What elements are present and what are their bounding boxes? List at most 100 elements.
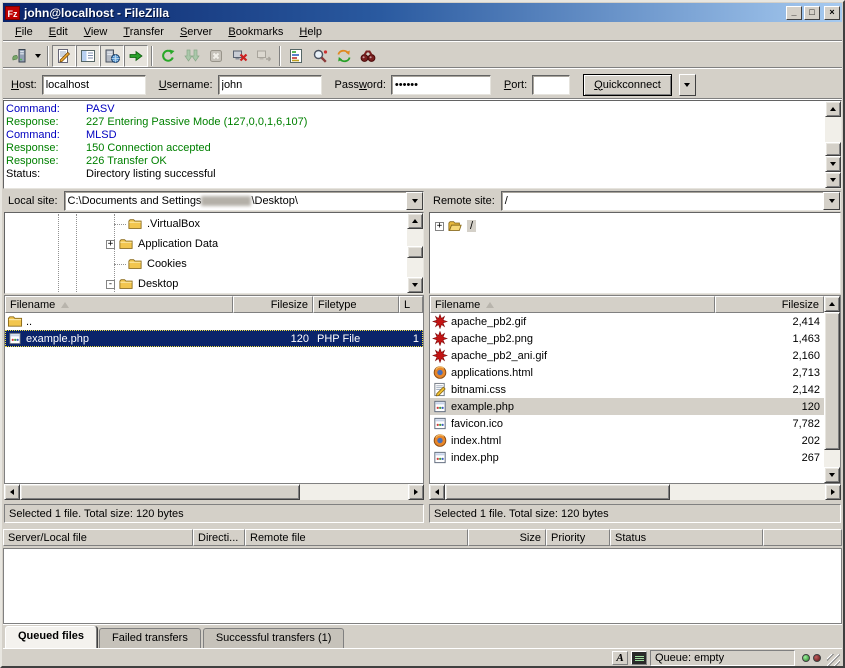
expand-icon[interactable]: +: [106, 240, 115, 249]
menu-file[interactable]: File: [7, 24, 41, 40]
username-input[interactable]: [218, 75, 322, 95]
scroll-down-icon[interactable]: [407, 277, 423, 293]
close-button[interactable]: ×: [824, 6, 840, 20]
file-row[interactable]: apache_pb2.png 1,463: [430, 330, 824, 347]
scroll-thumb[interactable]: [407, 246, 423, 258]
scroll-right-icon[interactable]: [825, 484, 841, 500]
title-bar[interactable]: Fz john@localhost - FileZilla _ □ ×: [3, 3, 842, 22]
tree-item-root[interactable]: + /: [435, 216, 476, 236]
scroll-down-icon[interactable]: [825, 172, 841, 188]
file-row[interactable]: favicon.ico 7,782: [430, 415, 824, 432]
combo-dropdown-icon[interactable]: [406, 192, 423, 210]
find-files-icon[interactable]: [356, 45, 380, 67]
minimize-button[interactable]: _: [786, 6, 802, 20]
synchronized-browsing-icon[interactable]: [332, 45, 356, 67]
tab-failed-transfers[interactable]: Failed transfers: [99, 628, 201, 648]
file-row[interactable]: index.php 267: [430, 449, 824, 466]
host-input[interactable]: [42, 75, 146, 95]
tab-successful-transfers[interactable]: Successful transfers (1): [203, 628, 345, 648]
data-type-icon[interactable]: A: [612, 651, 628, 665]
file-row-example-php[interactable]: example.php 120 PHP File 1: [5, 330, 423, 347]
column-header-direction[interactable]: Directi...: [193, 529, 245, 546]
password-input[interactable]: [391, 75, 491, 95]
local-site-label: Local site:: [4, 195, 64, 207]
remote-list-scrollbar[interactable]: [824, 296, 840, 483]
activity-indicator-green: [802, 654, 810, 662]
queue-list[interactable]: [3, 548, 842, 624]
scroll-thumb[interactable]: [445, 484, 670, 500]
sort-ascending-icon: [486, 302, 494, 308]
file-row[interactable]: index.html 202: [430, 432, 824, 449]
site-manager-icon[interactable]: [7, 45, 31, 67]
scroll-left-icon[interactable]: [4, 484, 20, 500]
expand-icon[interactable]: +: [435, 222, 444, 231]
column-header-filename[interactable]: Filename: [5, 296, 233, 313]
tree-item-virtualbox[interactable]: .VirtualBox: [114, 214, 200, 234]
scroll-thumb[interactable]: [824, 312, 840, 450]
file-row-example-php[interactable]: example.php 120: [430, 398, 824, 415]
quickconnect-button[interactable]: Quickconnect: [583, 74, 672, 96]
disconnect-icon[interactable]: [228, 45, 252, 67]
combo-dropdown-icon[interactable]: [823, 192, 840, 210]
scroll-down-icon[interactable]: [824, 467, 840, 483]
quickconnect-dropdown-icon[interactable]: [679, 74, 696, 96]
tree-item-application-data[interactable]: + Application Data: [106, 234, 218, 254]
scroll-thumb[interactable]: [20, 484, 300, 500]
local-list-hscrollbar[interactable]: [4, 484, 424, 500]
scroll-thumb[interactable]: [825, 142, 841, 156]
site-manager-dropdown-icon[interactable]: [31, 45, 44, 67]
port-input[interactable]: [532, 75, 570, 95]
toolbar-separator: [151, 46, 153, 66]
process-queue-icon[interactable]: [180, 45, 204, 67]
column-header-filetype[interactable]: Filetype: [313, 296, 399, 313]
toggle-transfer-queue-icon[interactable]: [124, 45, 148, 67]
cancel-operation-icon[interactable]: [204, 45, 228, 67]
scroll-up-icon[interactable]: [824, 296, 840, 312]
column-header-status[interactable]: Status: [610, 529, 763, 546]
column-header-priority[interactable]: Priority: [546, 529, 610, 546]
menu-bookmarks[interactable]: Bookmarks: [220, 24, 291, 40]
scroll-down-icon[interactable]: [825, 156, 841, 172]
file-row[interactable]: bitnami.css 2,142: [430, 381, 824, 398]
tab-queued-files[interactable]: Queued files: [5, 626, 97, 648]
file-row[interactable]: applications.html 2,713: [430, 364, 824, 381]
refresh-icon[interactable]: [156, 45, 180, 67]
scroll-right-icon[interactable]: [408, 484, 424, 500]
local-tree-scrollbar[interactable]: [407, 213, 423, 293]
menu-server[interactable]: Server: [172, 24, 220, 40]
file-row-parent-dir[interactable]: ..: [5, 313, 423, 330]
toggle-remote-tree-icon[interactable]: [100, 45, 124, 67]
column-header-filesize[interactable]: Filesize: [233, 296, 313, 313]
scroll-left-icon[interactable]: [429, 484, 445, 500]
column-header-lastmodified[interactable]: L: [399, 296, 423, 313]
activity-indicator-red: [813, 654, 821, 662]
column-header-size[interactable]: Size: [468, 529, 546, 546]
resize-grip[interactable]: [827, 654, 840, 667]
toggle-local-tree-icon[interactable]: [76, 45, 100, 67]
maximize-button[interactable]: □: [804, 6, 820, 20]
log-scrollbar[interactable]: [825, 101, 841, 188]
collapse-icon[interactable]: -: [106, 280, 115, 289]
menu-help[interactable]: Help: [291, 24, 330, 40]
menu-transfer[interactable]: Transfer: [115, 24, 172, 40]
column-header-filename[interactable]: Filename: [430, 296, 715, 313]
column-header-remote-file[interactable]: Remote file: [245, 529, 468, 546]
column-header-server-local-file[interactable]: Server/Local file: [3, 529, 193, 546]
compare-directories-icon[interactable]: [308, 45, 332, 67]
file-row[interactable]: apache_pb2_ani.gif 2,160: [430, 347, 824, 364]
file-row[interactable]: apache_pb2.gif 2,414: [430, 313, 824, 330]
scroll-up-icon[interactable]: [825, 101, 841, 117]
menu-view[interactable]: View: [76, 24, 116, 40]
scroll-up-icon[interactable]: [407, 213, 423, 229]
remote-site-combo[interactable]: /: [501, 191, 841, 211]
local-site-combo[interactable]: C:\Documents and Settings\Desktop\: [64, 191, 424, 211]
directory-filters-icon[interactable]: [284, 45, 308, 67]
menu-edit[interactable]: Edit: [41, 24, 76, 40]
column-header-filesize[interactable]: Filesize: [715, 296, 824, 313]
reconnect-icon[interactable]: [252, 45, 276, 67]
toggle-message-log-icon[interactable]: [52, 45, 76, 67]
speed-limit-icon[interactable]: [631, 651, 647, 665]
remote-list-hscrollbar[interactable]: [429, 484, 841, 500]
tree-item-desktop[interactable]: - Desktop: [106, 274, 178, 294]
tree-item-cookies[interactable]: Cookies: [114, 254, 187, 274]
